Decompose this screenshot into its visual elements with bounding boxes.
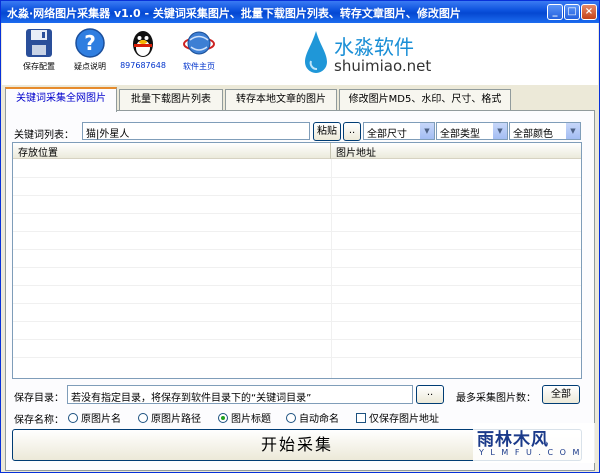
radio-original-name-label: 原图片名 [81,414,121,425]
homepage-button[interactable]: 软件主页 [174,27,224,72]
row-divider [13,285,581,286]
watermark-text: 雨林木风 [477,430,549,450]
size-select[interactable]: 全部尺寸 ▼ [363,122,435,140]
color-select-value: 全部颜色 [513,129,553,140]
save-config-button[interactable]: 保存配置 [14,27,64,72]
column-divider [331,159,332,378]
chevron-down-icon: ▼ [493,123,507,139]
only-save-url-label: 仅保存图片地址 [369,414,439,425]
watermark-url: Y L M F U . C O M [479,448,582,457]
max-count-button[interactable]: 全部 [542,385,580,404]
row-divider [13,195,581,196]
image-list-table[interactable]: 存放位置 图片地址 [12,142,582,379]
checkbox-box [356,413,366,423]
type-select[interactable]: 全部类型 ▼ [436,122,508,140]
minimize-button[interactable]: _ [547,4,563,20]
maximize-button[interactable]: □ [564,4,580,20]
browse-dir-button[interactable]: .. [416,385,444,404]
tab-local-article[interactable]: 转存本地文章的图片 [225,89,337,111]
column-header-url[interactable]: 图片地址 [331,143,581,159]
max-count-label: 最多采集图片数： [456,393,536,404]
radio-dot-selected [218,413,228,423]
save-config-label: 保存配置 [23,62,55,71]
radio-original-path[interactable]: 原图片路径 [138,410,201,425]
svg-text:?: ? [84,31,96,55]
row-divider [13,213,581,214]
save-name-label: 保存名称： [14,415,64,426]
color-select[interactable]: 全部颜色 ▼ [509,122,581,140]
row-divider [13,267,581,268]
help-icon: ? [75,28,105,58]
water-drop-icon [305,31,327,73]
logo-chinese-text: 水淼软件 [334,35,414,59]
tab-keyword-collect[interactable]: 关键词采集全网图片 [5,87,117,112]
radio-auto-name[interactable]: 自动命名 [286,410,339,425]
radio-original-name[interactable]: 原图片名 [68,410,121,425]
homepage-label: 软件主页 [183,62,215,71]
radio-dot [68,413,78,423]
type-select-value: 全部类型 [440,129,480,140]
radio-dot [138,413,148,423]
row-divider [13,249,581,250]
qq-button[interactable]: 897687648 [118,27,168,70]
paste-button[interactable]: 粘贴 [313,122,341,141]
app-window: 水淼·网络图片采集器 v1.0 - 关键词采集图片、批量下载图片列表、转存文章图… [0,0,600,473]
keyword-more-button[interactable]: .. [343,122,361,141]
globe-icon [183,31,215,55]
save-dir-label: 保存目录： [14,393,64,404]
brand-logo: 水淼软件 shuimiao.net [302,27,462,81]
radio-auto-name-label: 自动命名 [299,414,339,425]
radio-image-title-label: 图片标题 [231,414,271,425]
row-divider [13,177,581,178]
radio-original-path-label: 原图片路径 [151,414,201,425]
keyword-input[interactable]: 猫|外星人 [82,122,310,140]
watermark-logo: 雨林木风 Y L M F U . C O M [473,423,595,463]
qq-penguin-icon [133,31,153,57]
table-header: 存放位置 图片地址 [13,143,581,159]
column-header-location[interactable]: 存放位置 [13,143,331,159]
row-divider [13,303,581,304]
logo-english-text: shuimiao.net [334,57,432,75]
keyword-list-label: 关键词列表： [14,130,74,141]
row-divider [13,357,581,358]
radio-dot [286,413,296,423]
toolbar: 保存配置 ? 疑点说明 897687648 软件主页 水淼软件 shuimiao… [2,23,598,85]
only-save-url-checkbox[interactable]: 仅保存图片地址 [356,410,439,425]
tab-modify-image[interactable]: 修改图片MD5、水印、尺寸、格式 [339,89,511,111]
row-divider [13,321,581,322]
help-button[interactable]: ? 疑点说明 [65,27,115,72]
help-label: 疑点说明 [74,62,106,71]
keyword-collect-panel: 关键词列表： 猫|外星人 粘贴 .. 全部尺寸 ▼ 全部类型 ▼ 全部颜色 ▼ … [5,110,595,471]
floppy-disk-icon [26,29,52,57]
close-button[interactable]: × [581,4,597,20]
save-dir-input[interactable]: 若没有指定目录，将保存到软件目录下的“关键词目录” [67,385,413,404]
chevron-down-icon: ▼ [566,123,580,139]
qq-label: 897687648 [120,61,166,70]
title-bar[interactable]: 水淼·网络图片采集器 v1.0 - 关键词采集图片、批量下载图片列表、转存文章图… [1,1,599,23]
chevron-down-icon: ▼ [420,123,434,139]
size-select-value: 全部尺寸 [367,129,407,140]
radio-image-title[interactable]: 图片标题 [218,410,271,425]
tab-batch-download[interactable]: 批量下载图片列表 [119,89,223,111]
row-divider [13,339,581,340]
row-divider [13,231,581,232]
window-title: 水淼·网络图片采集器 v1.0 - 关键词采集图片、批量下载图片列表、转存文章图… [7,7,461,20]
